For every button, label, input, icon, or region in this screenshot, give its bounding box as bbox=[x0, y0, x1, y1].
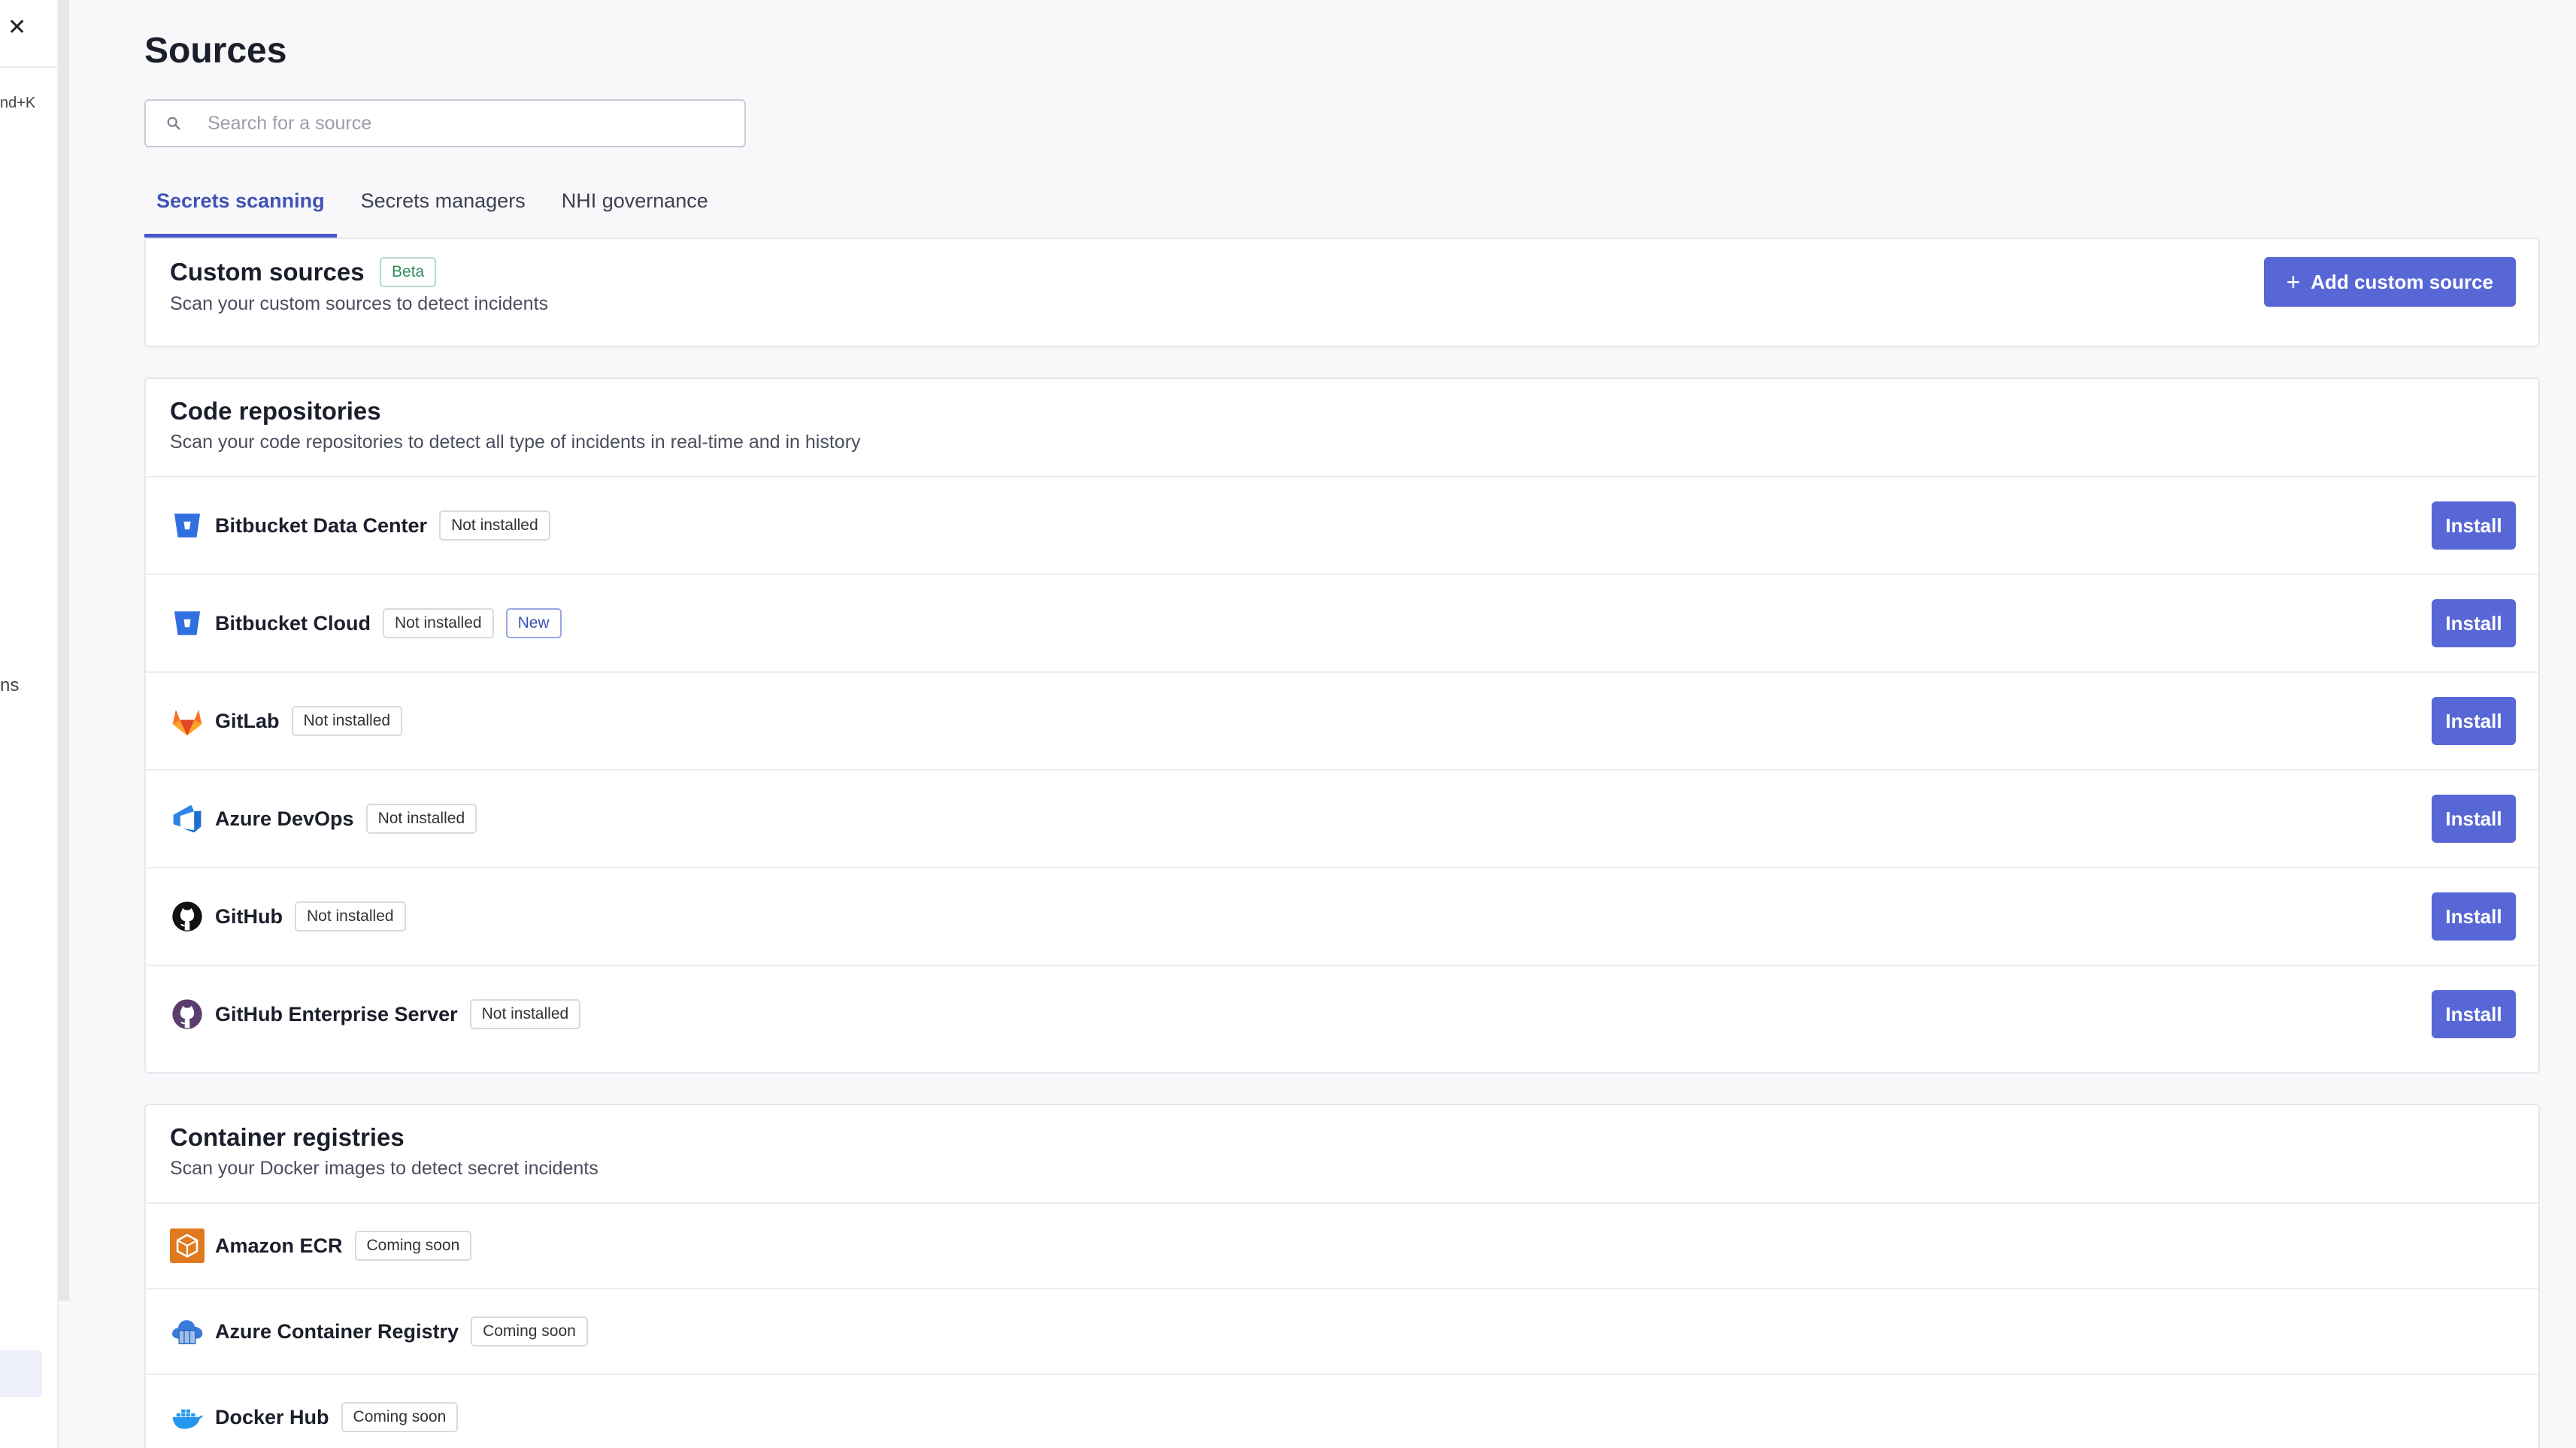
custom-sources-title: Custom sources bbox=[170, 258, 365, 286]
tab-nhi-governance[interactable]: NHI governance bbox=[550, 177, 720, 238]
custom-sources-subtitle: Scan your custom sources to detect incid… bbox=[170, 293, 549, 314]
sidebar: ✕ nd+K ns bbox=[0, 0, 69, 1448]
azure-devops-icon bbox=[170, 801, 205, 836]
install-button[interactable]: Install bbox=[2432, 599, 2516, 647]
add-custom-source-label: Add custom source bbox=[2311, 270, 2493, 293]
status-badge: Coming soon bbox=[354, 1231, 472, 1261]
status-badge: Coming soon bbox=[341, 1402, 459, 1432]
docker-icon bbox=[170, 1400, 205, 1434]
amazon-ecr-icon bbox=[170, 1228, 205, 1263]
beta-badge: Beta bbox=[380, 257, 437, 287]
page-title: Sources bbox=[144, 31, 287, 71]
container-registries-list: Amazon ECR Coming soon Azure Container R… bbox=[146, 1202, 2538, 1448]
code-repositories-list: Bitbucket Data Center Not installed Inst… bbox=[146, 476, 2538, 1062]
sidebar-shortcut-hint: nd+K bbox=[0, 95, 36, 111]
plus-icon: + bbox=[2286, 268, 2301, 295]
list-item: Docker Hub Coming soon bbox=[146, 1374, 2538, 1448]
source-name: GitHub bbox=[215, 904, 283, 928]
tab-secrets-managers[interactable]: Secrets managers bbox=[349, 177, 538, 238]
sidebar-divider bbox=[0, 66, 57, 68]
install-button[interactable]: Install bbox=[2432, 697, 2516, 745]
source-name: Amazon ECR bbox=[215, 1234, 343, 1257]
search-icon bbox=[167, 117, 180, 130]
sidebar-scrollbar[interactable] bbox=[59, 0, 69, 1301]
install-button[interactable]: Install bbox=[2432, 501, 2516, 550]
status-badge: Not installed bbox=[439, 510, 550, 541]
container-registries-title: Container registries bbox=[170, 1123, 405, 1151]
status-badge: Not installed bbox=[294, 901, 406, 932]
source-name: GitLab bbox=[215, 709, 280, 732]
add-custom-source-button[interactable]: + Add custom source bbox=[2263, 257, 2516, 307]
source-name: Azure Container Registry bbox=[215, 1319, 459, 1343]
sidebar-item-active[interactable] bbox=[0, 1350, 42, 1397]
status-badge: Not installed bbox=[291, 706, 403, 736]
code-repositories-card: Code repositories Scan your code reposit… bbox=[144, 377, 2540, 1074]
source-name: Bitbucket Cloud bbox=[215, 611, 371, 635]
list-item: Azure DevOps Not installed Install bbox=[146, 769, 2538, 867]
status-badge: Not installed bbox=[383, 608, 494, 638]
close-icon[interactable]: ✕ bbox=[8, 17, 26, 39]
container-registries-subtitle: Scan your Docker images to detect secret… bbox=[170, 1158, 599, 1179]
code-repositories-subtitle: Scan your code repositories to detect al… bbox=[170, 432, 861, 453]
bitbucket-icon bbox=[170, 606, 205, 641]
install-button[interactable]: Install bbox=[2432, 892, 2516, 941]
status-badge: Coming soon bbox=[471, 1316, 588, 1347]
azure-container-registry-icon bbox=[170, 1314, 205, 1349]
github-icon bbox=[170, 899, 205, 934]
list-item: GitHub Enterprise Server Not installed I… bbox=[146, 965, 2538, 1062]
search-box[interactable] bbox=[144, 99, 746, 147]
list-item: GitLab Not installed Install bbox=[146, 671, 2538, 769]
source-name: Bitbucket Data Center bbox=[215, 513, 428, 537]
install-button[interactable]: Install bbox=[2432, 795, 2516, 843]
new-badge: New bbox=[505, 608, 562, 638]
tabs: Secrets scanning Secrets managers NHI go… bbox=[144, 177, 732, 238]
gitlab-icon bbox=[170, 704, 205, 738]
list-item: Amazon ECR Coming soon bbox=[146, 1202, 2538, 1288]
code-repositories-title: Code repositories bbox=[170, 397, 381, 425]
bitbucket-icon bbox=[170, 508, 205, 543]
tab-secrets-scanning[interactable]: Secrets scanning bbox=[144, 177, 337, 238]
search-input[interactable] bbox=[208, 112, 659, 135]
status-badge: Not installed bbox=[469, 999, 581, 1029]
sidebar-item-partial[interactable]: ns bbox=[0, 675, 19, 696]
source-name: Azure DevOps bbox=[215, 807, 354, 830]
container-registries-card: Container registries Scan your Docker im… bbox=[144, 1104, 2540, 1448]
list-item: Azure Container Registry Coming soon bbox=[146, 1288, 2538, 1374]
source-name: GitHub Enterprise Server bbox=[215, 1002, 458, 1025]
status-badge: Not installed bbox=[365, 804, 477, 834]
list-item: GitHub Not installed Install bbox=[146, 867, 2538, 965]
install-button[interactable]: Install bbox=[2432, 990, 2516, 1038]
custom-sources-card: Custom sources Beta Scan your custom sou… bbox=[144, 238, 2540, 347]
list-item: Bitbucket Cloud Not installed New Instal… bbox=[146, 574, 2538, 671]
list-item: Bitbucket Data Center Not installed Inst… bbox=[146, 476, 2538, 574]
github-enterprise-icon bbox=[170, 997, 205, 1031]
source-name: Docker Hub bbox=[215, 1405, 329, 1428]
